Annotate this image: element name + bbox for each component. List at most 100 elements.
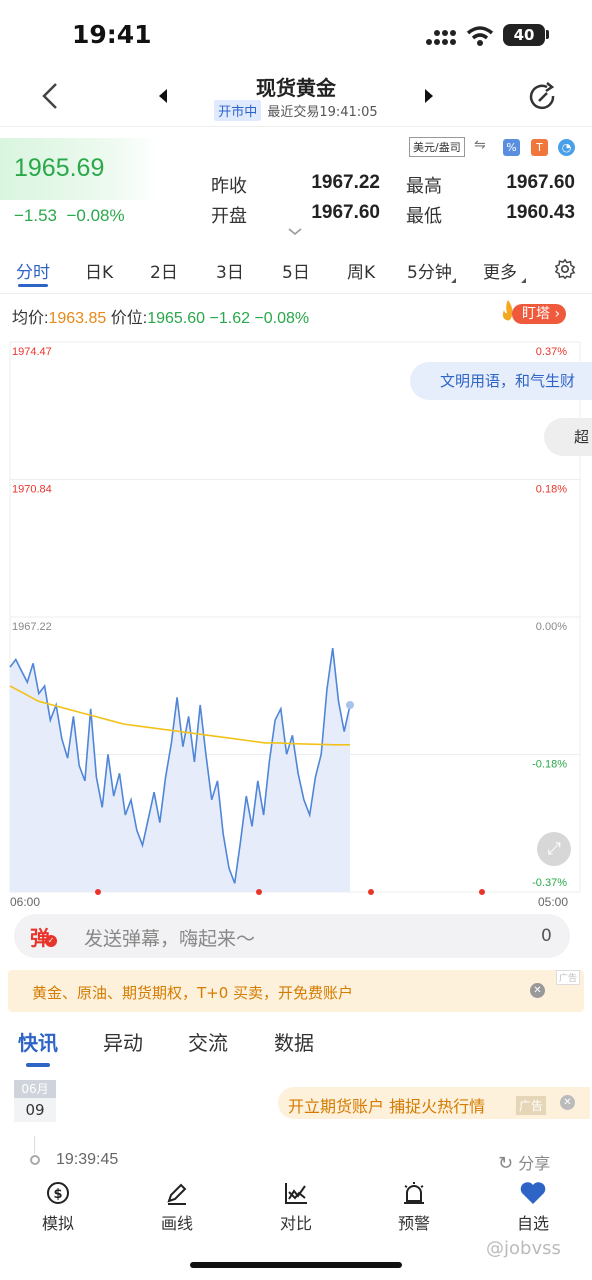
tab-5day[interactable]: 5日 — [282, 258, 310, 283]
danmaku-placeholder[interactable]: 发送弹幕，嗨起来～ — [84, 924, 255, 951]
y-tick-left: 1974.47 — [12, 346, 52, 358]
price-level-value: 1965.60 — [147, 310, 206, 327]
market-status-row: 开市中 最近交易19:41:05 — [0, 100, 592, 121]
market-status-badge: 开市中 — [214, 100, 262, 121]
avg-value: 1963.85 — [48, 310, 107, 327]
fullscreen-icon[interactable]: ⤢ — [537, 832, 571, 866]
y-tick-right: 0.00% — [536, 621, 567, 633]
price-change: −1.53 −0.08% — [14, 206, 125, 226]
price-area-fill — [10, 648, 350, 892]
prev-close-label: 昨收 — [211, 176, 247, 197]
news-tab-flash[interactable]: 快讯 — [18, 1027, 58, 1056]
header-divider — [0, 126, 592, 127]
news-day: 09 — [14, 1098, 56, 1122]
pie-icon[interactable]: ◔ — [558, 139, 575, 156]
account-ad-tag: 广告 — [516, 1096, 547, 1115]
timeline-line — [34, 1136, 35, 1154]
nav-label-compare: 对比 — [279, 1214, 312, 1233]
open-label: 开盘 — [211, 206, 247, 227]
tower-icon[interactable]: T — [531, 139, 548, 156]
news-date: 06月 09 — [14, 1080, 56, 1122]
share-icon: ↻ — [498, 1153, 514, 1174]
info-change-pct: −0.08% — [254, 310, 310, 327]
ad-close-icon[interactable]: ✕ — [530, 983, 545, 998]
event-marker — [368, 889, 374, 895]
event-marker — [95, 889, 101, 895]
high-value: 1967.60 — [506, 172, 575, 193]
currency-unit[interactable]: 美元/盎司 — [409, 137, 465, 157]
swap-icon[interactable]: ⇋ — [474, 137, 486, 153]
open-value: 1967.60 — [311, 202, 380, 223]
alarm-icon — [404, 1182, 424, 1204]
y-tick-left: 1970.84 — [12, 484, 52, 496]
expand-chevron-icon[interactable] — [288, 228, 302, 236]
chart-info-line: 均价:1963.85 价位:1965.60 −1.62 −0.08% — [12, 304, 309, 328]
news-tab-data[interactable]: 数据 — [274, 1027, 314, 1056]
news-month: 06月 — [14, 1080, 56, 1098]
coin-exchange-icon: $ — [47, 1182, 69, 1204]
tab-daily-k[interactable]: 日K — [85, 258, 113, 283]
dingta-label: 盯塔 — [522, 306, 550, 322]
intraday-chart[interactable]: 1974.471970.841967.221963.601959.970.37%… — [0, 332, 592, 912]
nav-label-alert: 预警 — [397, 1214, 430, 1233]
tab-2day[interactable]: 2日 — [150, 258, 178, 283]
share-button[interactable]: ↻ 分享 — [498, 1150, 550, 1174]
tab-more[interactable]: 更多 — [483, 258, 517, 283]
percent-icon[interactable]: % — [503, 139, 520, 156]
y-tick-right: 0.18% — [536, 484, 567, 496]
change-pct: −0.08% — [66, 206, 125, 225]
news-tab-discussion[interactable]: 交流 — [188, 1027, 228, 1056]
page-title: 现货黄金 — [256, 76, 336, 100]
last-trade-time: 最近交易19:41:05 — [267, 105, 378, 120]
nav-watchlist[interactable]: 自选 — [493, 1178, 573, 1234]
tab-weekly-k[interactable]: 周K — [347, 258, 375, 283]
nav-draw-line[interactable]: 画线 — [137, 1178, 217, 1234]
avg-label: 均价: — [12, 310, 49, 327]
nav-simulate[interactable]: $ 模拟 — [18, 1178, 98, 1234]
status-time: 19:41 — [72, 20, 152, 49]
account-ad-close-icon[interactable]: ✕ — [560, 1095, 575, 1110]
high-label: 最高 — [406, 176, 442, 197]
info-change: −1.62 — [209, 310, 250, 327]
nav-label-simulate: 模拟 — [41, 1214, 74, 1233]
ad-tag: 广告 — [556, 970, 581, 985]
nav-label-draw-line: 画线 — [160, 1214, 193, 1233]
danmaku-count: 0 — [541, 926, 552, 946]
news-tab-indicator — [26, 1063, 50, 1067]
nav-compare[interactable]: 对比 — [256, 1178, 336, 1234]
next-arrow-icon[interactable] — [423, 88, 435, 104]
refresh-icon[interactable] — [528, 82, 558, 112]
tab-divider — [0, 293, 592, 294]
nav-alert[interactable]: 预警 — [374, 1178, 454, 1234]
dingta-button[interactable]: 盯塔 › — [512, 304, 567, 324]
danmaku-check-icon: ✓ — [45, 935, 57, 947]
nav-label-watchlist: 自选 — [516, 1214, 549, 1233]
tab-3day[interactable]: 3日 — [216, 258, 244, 283]
y-tick-right: -0.37% — [532, 877, 567, 889]
low-label: 最低 — [406, 206, 442, 227]
danmaku-bubble: 文明用语，和气生财 — [410, 362, 592, 400]
x-tick-end: 05:00 — [538, 895, 568, 909]
prev-close-value: 1967.22 — [311, 172, 380, 193]
x-tick-start: 06:00 — [10, 895, 40, 909]
svg-text:$: $ — [53, 1187, 62, 1202]
danmaku-bubble-2: 超 — [544, 418, 592, 456]
tab-intraday[interactable]: 分时 — [16, 258, 50, 283]
pen-icon — [167, 1183, 187, 1205]
ad-banner-text[interactable]: 黄金、原油、期货期权，T+0 买卖，开免费账户 — [32, 982, 353, 1003]
heart-icon — [520, 1182, 546, 1204]
current-price: 1965.69 — [14, 154, 105, 182]
y-tick-right: 0.37% — [536, 346, 567, 358]
news-tab-movement[interactable]: 异动 — [103, 1027, 143, 1056]
settings-gear-icon[interactable] — [554, 258, 576, 280]
timeline-dot — [30, 1155, 40, 1165]
watermark: @jobvss — [486, 1238, 561, 1259]
signal-icon — [426, 30, 456, 45]
account-ad-text[interactable]: 开立期货账户 捕捉火热行情 — [288, 1093, 485, 1117]
home-indicator — [190, 1262, 402, 1268]
y-tick-left: 1967.22 — [12, 621, 52, 633]
tab-5min[interactable]: 5分钟 — [407, 258, 452, 283]
more-dropdown-indicator — [521, 278, 526, 283]
wifi-icon — [466, 26, 494, 46]
battery-tip — [546, 30, 549, 39]
